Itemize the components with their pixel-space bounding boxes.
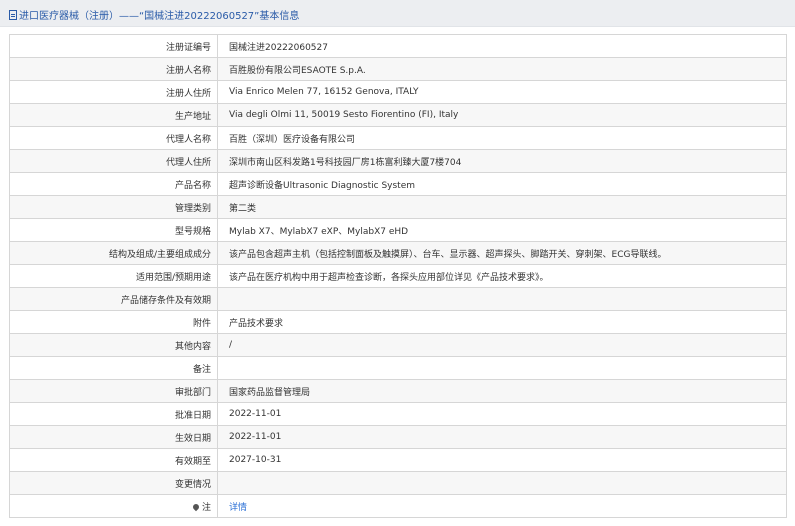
row-value: 2027-10-31: [217, 448, 787, 472]
row-label: 结构及组成/主要组成成分: [9, 241, 218, 265]
table-row: 适用范围/预期用途 该产品在医疗机构中用于超声检查诊断，各探头应用部位详见《产品技…: [9, 264, 787, 288]
row-value: Via Enrico Melen 77, 16152 Genova, ITALY: [217, 80, 787, 104]
table-row: 产品名称 超声诊断设备Ultrasonic Diagnostic System: [9, 172, 787, 196]
row-value: 百胜（深圳）医疗设备有限公司: [217, 126, 787, 150]
row-value: 该产品在医疗机构中用于超声检查诊断，各探头应用部位详见《产品技术要求》。: [217, 264, 787, 288]
row-label: 生效日期: [9, 425, 218, 449]
table-row: 备注: [9, 356, 787, 380]
row-value: [217, 356, 787, 380]
details-link[interactable]: 详情: [229, 503, 247, 513]
table-row: 审批部门 国家药品监督管理局: [9, 379, 787, 403]
table-row: 结构及组成/主要组成成分 该产品包含超声主机（包括控制面板及触摸屏）、台车、显示器…: [9, 241, 787, 265]
row-value: /: [217, 333, 787, 357]
row-value: 第二类: [217, 195, 787, 219]
table-row: 注册人名称 百胜股份有限公司ESAOTE S.p.A.: [9, 57, 787, 81]
row-label: 有效期至: [9, 448, 218, 472]
table-row: 有效期至 2027-10-31: [9, 448, 787, 472]
table-row: 型号规格 Mylab X7、MylabX7 eXP、MylabX7 eHD: [9, 218, 787, 242]
note-label: 注: [9, 494, 218, 518]
row-value: 国家药品监督管理局: [217, 379, 787, 403]
table-row: 变更情况: [9, 471, 787, 495]
row-label: 注册人名称: [9, 57, 218, 81]
title-suffix: 基本信息: [259, 11, 300, 22]
table-row: 代理人名称 百胜（深圳）医疗设备有限公司: [9, 126, 787, 150]
note-value: 详情: [217, 494, 787, 518]
title-separator: ——: [119, 11, 139, 22]
info-table: 注册证编号 国械注进20222060527 注册人名称 百胜股份有限公司ESAOTE…: [9, 34, 787, 518]
row-value: 产品技术要求: [217, 310, 787, 334]
note-label-text: 注: [201, 502, 211, 513]
row-label: 产品名称: [9, 172, 218, 196]
row-value: 深圳市南山区科发路1号科技园厂房1栋富利臻大厦7楼704: [217, 149, 787, 173]
table-row: 批准日期 2022-11-01: [9, 402, 787, 426]
row-label: 代理人名称: [9, 126, 218, 150]
row-value: 百胜股份有限公司ESAOTE S.p.A.: [217, 57, 787, 81]
row-label: 管理类别: [9, 195, 218, 219]
page-header: 进口医疗器械（注册）——“国械注进20222060527”基本信息: [0, 0, 795, 27]
document-icon: [9, 10, 17, 20]
table-row: 代理人住所 深圳市南山区科发路1号科技园厂房1栋富利臻大厦7楼704: [9, 149, 787, 173]
note-row: 注 详情: [9, 494, 787, 518]
row-value: Mylab X7、MylabX7 eXP、MylabX7 eHD: [217, 218, 787, 242]
row-label: 型号规格: [9, 218, 218, 242]
pin-icon: [191, 502, 201, 511]
table-row: 管理类别 第二类: [9, 195, 787, 219]
row-label: 适用范围/预期用途: [9, 264, 218, 288]
table-row: 生产地址 Via degli Olmi 11, 50019 Sesto Fiore…: [9, 103, 787, 127]
table-row: 注册证编号 国械注进20222060527: [9, 34, 787, 58]
row-label: 批准日期: [9, 402, 218, 426]
title-prefix: 进口医疗器械（注册）: [19, 11, 119, 22]
row-value: 2022-11-01: [217, 425, 787, 449]
row-value: 该产品包含超声主机（包括控制面板及触摸屏）、台车、显示器、超声探头、脚踏开关、穿…: [217, 241, 787, 265]
row-label: 其他内容: [9, 333, 218, 357]
row-value: 国械注进20222060527: [217, 34, 787, 58]
row-value: [217, 471, 787, 495]
table-row: 生效日期 2022-11-01: [9, 425, 787, 449]
table-row: 附件 产品技术要求: [9, 310, 787, 334]
row-value: 超声诊断设备Ultrasonic Diagnostic System: [217, 172, 787, 196]
row-label: 备注: [9, 356, 218, 380]
page-title: 进口医疗器械（注册）——“国械注进20222060527”基本信息: [9, 7, 299, 22]
table-row: 产品储存条件及有效期: [9, 287, 787, 311]
row-label: 变更情况: [9, 471, 218, 495]
table-row: 其他内容 /: [9, 333, 787, 357]
row-label: 产品储存条件及有效期: [9, 287, 218, 311]
row-label: 审批部门: [9, 379, 218, 403]
row-label: 代理人住所: [9, 149, 218, 173]
row-value: 2022-11-01: [217, 402, 787, 426]
row-label: 注册人住所: [9, 80, 218, 104]
table-row: 注册人住所 Via Enrico Melen 77, 16152 Genova, …: [9, 80, 787, 104]
title-record-number: “国械注进20222060527”: [139, 11, 260, 22]
row-label: 注册证编号: [9, 34, 218, 58]
row-label: 生产地址: [9, 103, 218, 127]
row-value: Via degli Olmi 11, 50019 Sesto Fiorentin…: [217, 103, 787, 127]
row-label: 附件: [9, 310, 218, 334]
row-value: [217, 287, 787, 311]
